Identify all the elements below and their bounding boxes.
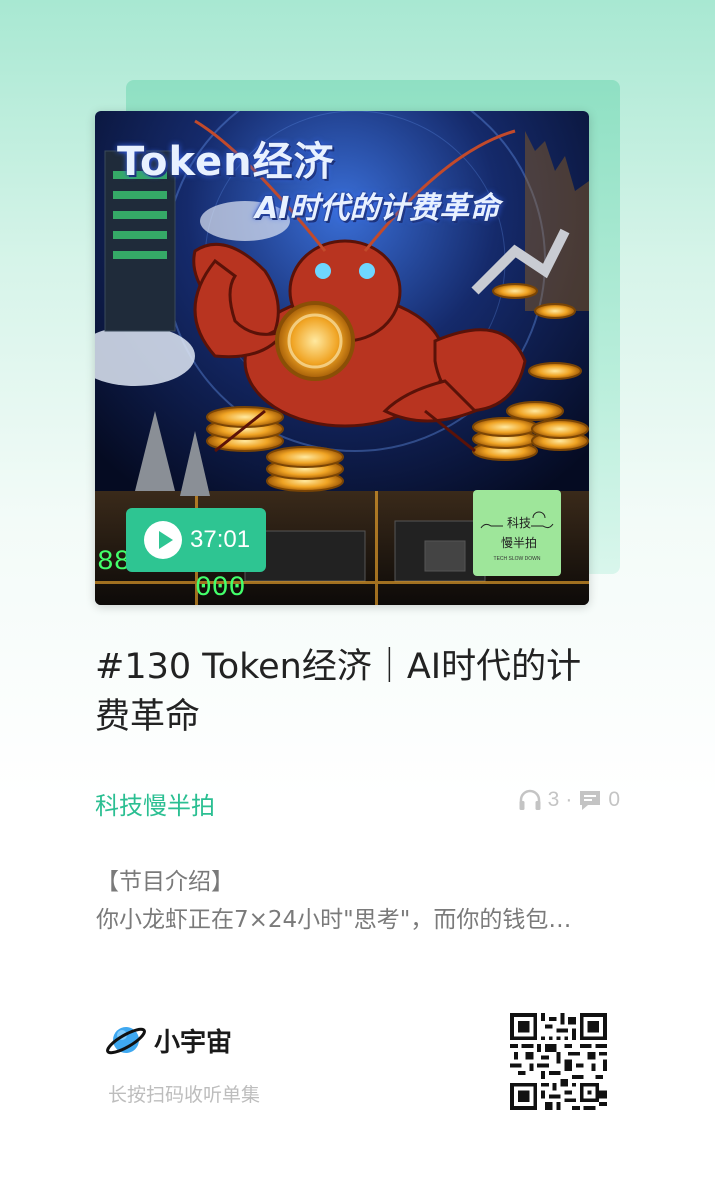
qr-code[interactable]: [510, 1013, 607, 1110]
brand-logo: 小宇宙: [104, 1020, 232, 1060]
podcast-name-link[interactable]: 科技慢半拍: [95, 786, 215, 821]
planet-icon: [106, 1027, 146, 1055]
logo-english-text: TECH SLOW DOWN: [493, 556, 541, 562]
episode-duration: 37:01: [190, 526, 251, 553]
podcast-logo: 科技 慢半拍 TECH SLOW DOWN: [473, 490, 561, 576]
listen-count: 3: [547, 788, 560, 811]
comment-count: 0: [608, 788, 620, 811]
cover-title: Token经济: [117, 139, 335, 185]
intro-heading: 【节目介绍】: [96, 869, 234, 895]
logo-text-line2: 慢半拍: [501, 536, 538, 550]
comment-icon: [580, 791, 601, 810]
episode-stats: 3 · 0: [518, 788, 620, 812]
episode-cover[interactable]: 88 000 Token经济 AI时代的计费革命 37:01 科技 慢半拍 TE…: [95, 111, 589, 605]
play-icon: [144, 521, 182, 559]
svg-text:000: 000: [195, 573, 245, 604]
logo-text-line1: 科技: [507, 516, 532, 530]
episode-title: #130 Token经济｜AI时代的计费革命: [95, 647, 582, 737]
brand-name: 小宇宙: [154, 1027, 233, 1058]
scan-hint: 长按扫码收听单集: [108, 1084, 261, 1106]
intro-text: 你小龙虾正在7×24小时"思考"，而你的钱包…: [96, 907, 572, 933]
play-button[interactable]: 37:01: [126, 508, 266, 572]
cover-subtitle: AI时代的计费革命: [255, 191, 500, 226]
headphones-icon: [519, 789, 541, 810]
logo-decoration: [480, 511, 554, 529]
stats-separator: ·: [565, 788, 573, 811]
